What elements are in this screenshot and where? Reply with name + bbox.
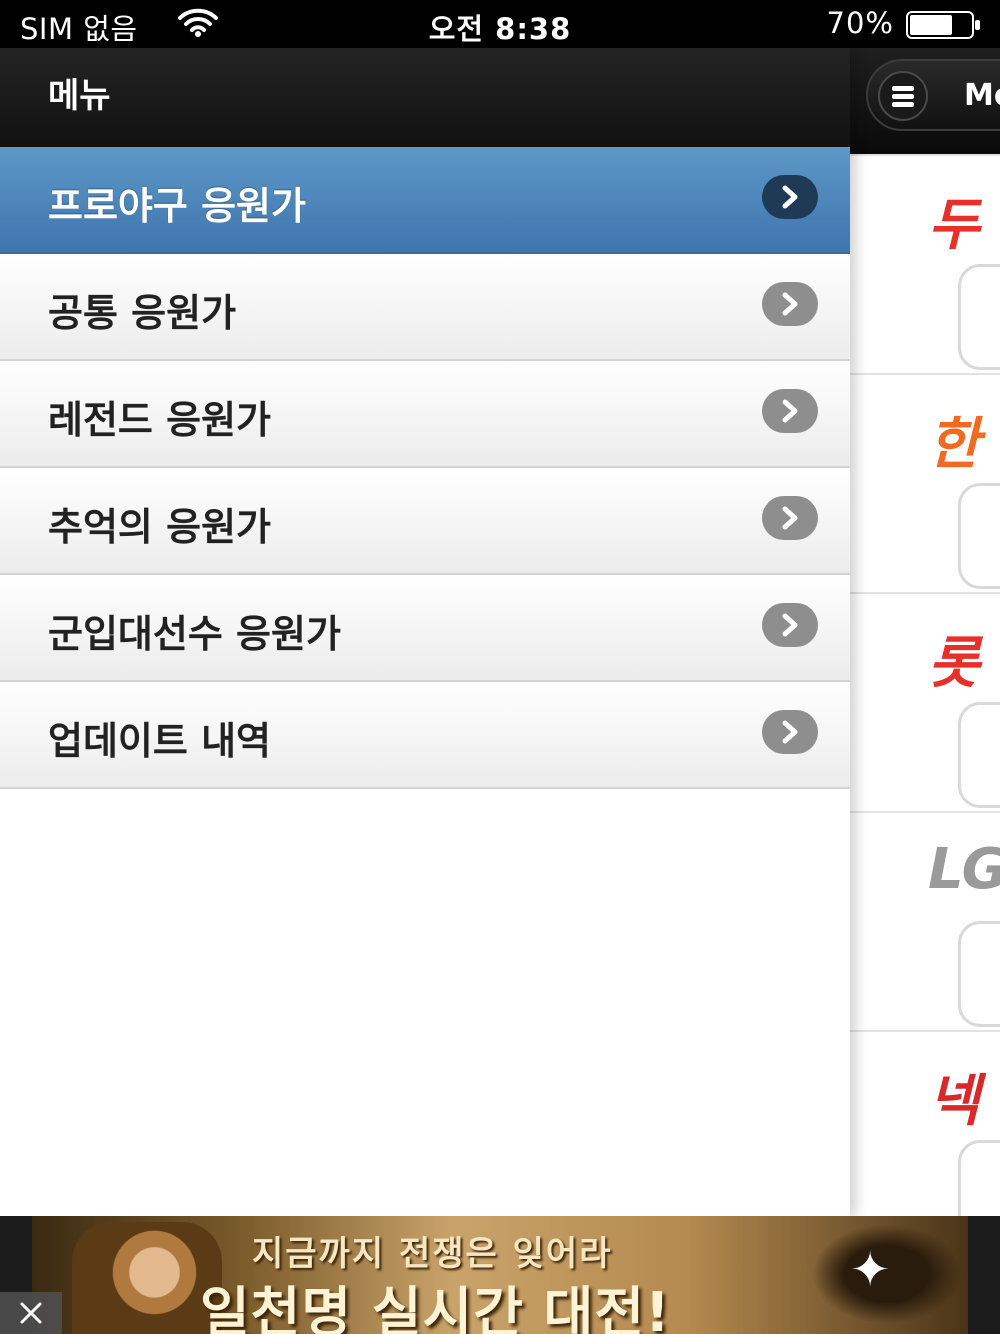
team-name: 한 (928, 412, 980, 477)
chevron-right-icon (762, 603, 818, 647)
team-card[interactable] (958, 1140, 1000, 1216)
ad-game-logo: ✦ (812, 1224, 962, 1324)
team-block[interactable]: 한 (850, 373, 1000, 591)
side-menu-panel: 메뉴 프로야구 응원가공통 응원가레전드 응원가추억의 응원가군입대선수 응원가… (0, 48, 850, 1216)
team-name: 넥 (928, 1069, 980, 1134)
ad-close-button[interactable] (0, 1292, 62, 1334)
status-bar: SIM 없음 오전 8:38 70% (0, 0, 1000, 48)
main-page: Me 두한롯 LG 넥 (850, 48, 1000, 1216)
ad-image[interactable]: 지금까지 전쟁은 잊어라 일천명 실시간 대전! ✦ (32, 1216, 968, 1334)
team-card[interactable] (958, 264, 1000, 370)
ad-subheadline: 일천명 실시간 대전! (200, 1281, 671, 1334)
menu-list: 프로야구 응원가공통 응원가레전드 응원가추억의 응원가군입대선수 응원가업데이… (0, 147, 850, 789)
team-block[interactable]: 두 (850, 154, 1000, 372)
team-name: 두 (928, 193, 980, 258)
menu-button[interactable]: Me (866, 59, 1000, 131)
team-block[interactable]: 넥 (850, 1030, 1000, 1216)
panel-header: 메뉴 (0, 48, 850, 147)
team-block[interactable]: 롯 (850, 592, 1000, 810)
main-header: Me (850, 48, 1000, 154)
team-card[interactable] (958, 702, 1000, 808)
menu-item-label: 업데이트 내역 (48, 719, 271, 763)
team-name: LG (928, 837, 1000, 902)
chevron-right-icon (762, 389, 818, 433)
chevron-right-icon (762, 496, 818, 540)
ad-banner[interactable]: 지금까지 전쟁은 잊어라 일천명 실시간 대전! ✦ (0, 1216, 1000, 1334)
menu-item[interactable]: 공통 응원가 (0, 254, 850, 361)
menu-item[interactable]: 군입대선수 응원가 (0, 575, 850, 682)
team-block[interactable]: LG (850, 811, 1000, 1029)
menu-item[interactable]: 추억의 응원가 (0, 468, 850, 575)
menu-item-label: 레전드 응원가 (48, 398, 271, 442)
chevron-right-icon (762, 710, 818, 754)
team-card[interactable] (958, 921, 1000, 1027)
battery-percent: 70% (826, 6, 894, 40)
menu-item[interactable]: 프로야구 응원가 (0, 147, 850, 254)
menu-item-label: 추억의 응원가 (48, 505, 271, 549)
battery-icon (906, 11, 982, 39)
close-icon (20, 1302, 42, 1324)
panel-title: 메뉴 (48, 76, 111, 116)
menu-item-label: 공통 응원가 (48, 291, 237, 335)
menu-item-label: 프로야구 응원가 (48, 184, 306, 228)
chevron-right-icon (762, 282, 818, 326)
menu-item[interactable]: 레전드 응원가 (0, 361, 850, 468)
team-card[interactable] (958, 483, 1000, 589)
team-name: 롯 (928, 631, 980, 696)
hamburger-icon (878, 71, 928, 121)
chevron-right-icon (762, 175, 818, 219)
menu-item-label: 군입대선수 응원가 (48, 612, 341, 656)
menu-button-label: Me (964, 78, 1000, 113)
menu-item[interactable]: 업데이트 내역 (0, 682, 850, 789)
